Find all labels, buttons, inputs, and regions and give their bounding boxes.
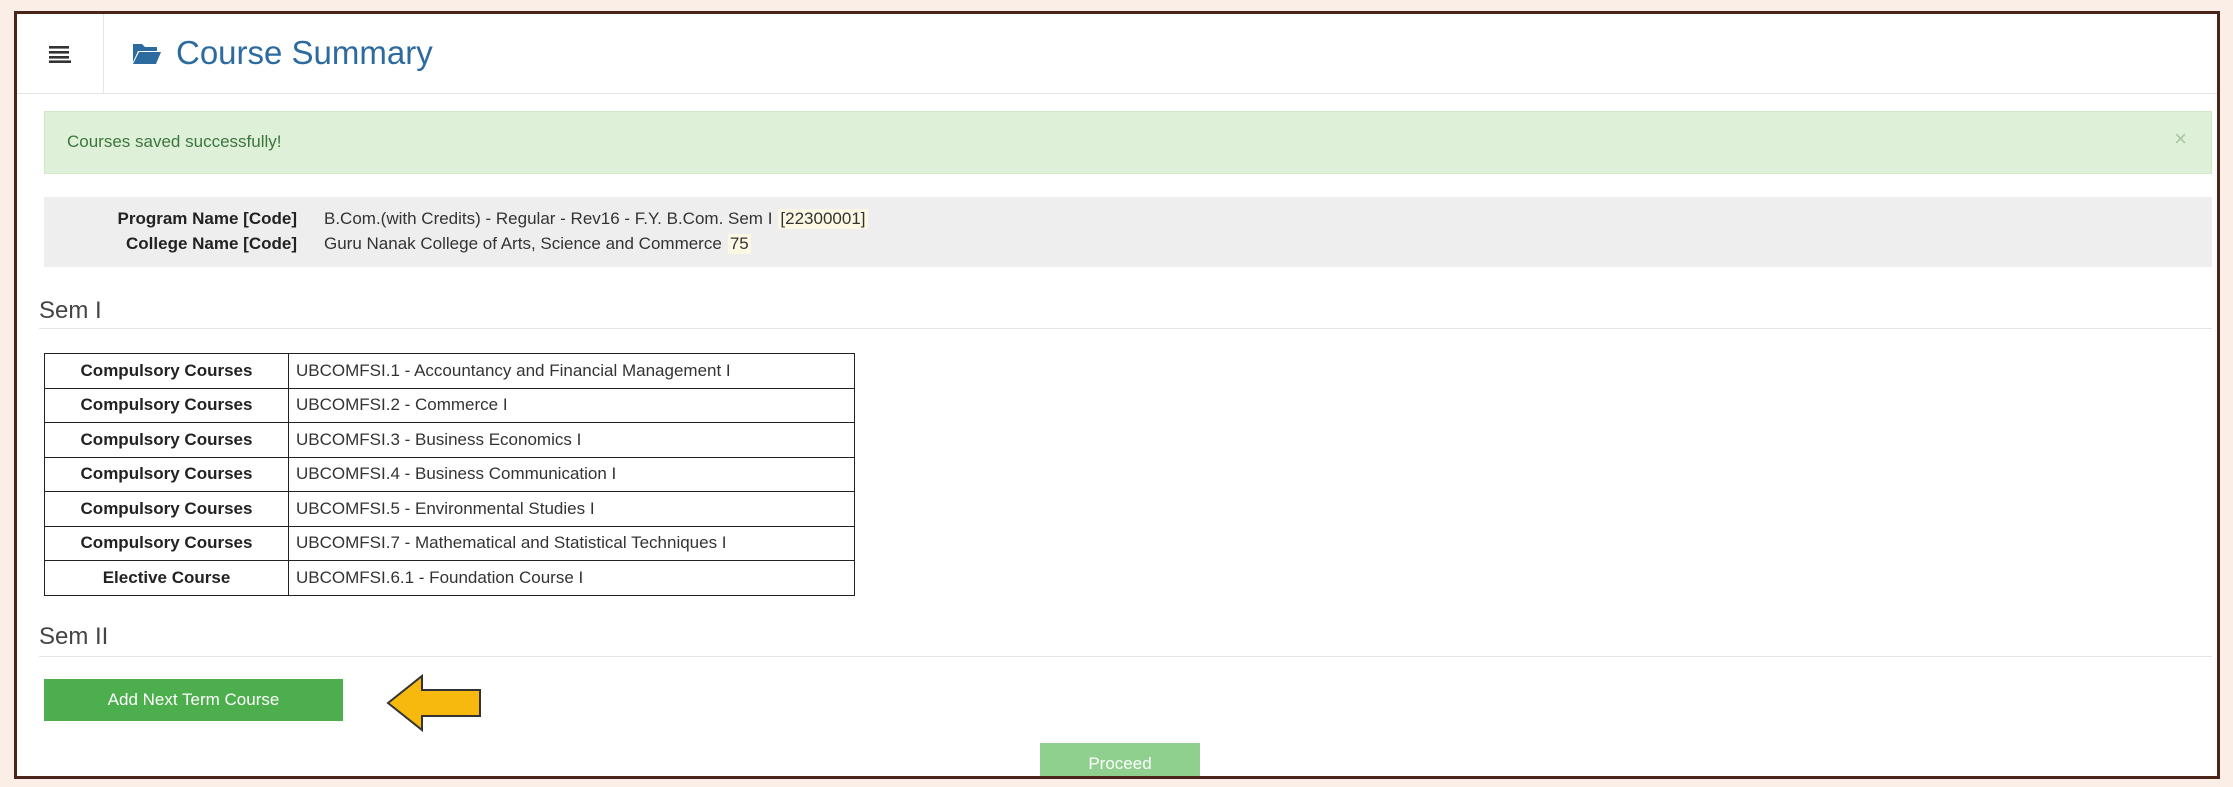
course-type: Compulsory Courses <box>44 422 289 458</box>
table-row: Compulsory Courses UBCOMFSI.7 - Mathemat… <box>44 525 855 561</box>
sem2-divider <box>39 656 2212 657</box>
hamburger-menu-icon <box>49 46 71 63</box>
sem1-heading: Sem I <box>39 297 102 324</box>
program-label: Program Name [Code] <box>117 209 297 228</box>
course-type: Compulsory Courses <box>44 353 289 389</box>
course-name: UBCOMFSI.4 - Business Communication I <box>288 456 855 492</box>
table-row: Compulsory Courses UBCOMFSI.1 - Accounta… <box>44 353 855 389</box>
college-label: College Name [Code] <box>126 234 297 253</box>
course-type: Compulsory Courses <box>44 456 289 492</box>
course-type: Elective Course <box>44 560 289 596</box>
page-title-wrap: Course Summary <box>132 30 433 76</box>
table-row: Compulsory Courses UBCOMFSI.5 - Environm… <box>44 491 855 527</box>
course-type: Compulsory Courses <box>44 525 289 561</box>
folder-open-icon <box>133 44 161 64</box>
table-row: Compulsory Courses UBCOMFSI.3 - Business… <box>44 422 855 458</box>
course-name: UBCOMFSI.3 - Business Economics I <box>288 422 855 458</box>
course-name: UBCOMFSI.1 - Accountancy and Financial M… <box>288 353 855 389</box>
sem1-course-table: Compulsory Courses UBCOMFSI.1 - Accounta… <box>44 353 855 596</box>
proceed-button[interactable]: Proceed <box>1040 743 1200 776</box>
college-value: Guru Nanak College of Arts, Science and … <box>324 234 722 253</box>
left-arrow-icon <box>386 673 481 733</box>
course-name: UBCOMFSI.6.1 - Foundation Course I <box>288 560 855 596</box>
sidebar-toggle-button[interactable] <box>17 14 104 94</box>
alert-message: Courses saved successfully! <box>67 132 282 151</box>
success-alert: Courses saved successfully! × <box>44 111 2212 174</box>
table-row: Elective Course UBCOMFSI.6.1 - Foundatio… <box>44 560 855 596</box>
course-name: UBCOMFSI.5 - Environmental Studies I <box>288 491 855 527</box>
add-next-term-course-button[interactable]: Add Next Term Course <box>44 679 343 721</box>
sem2-heading: Sem II <box>39 623 109 650</box>
college-row: College Name [Code] Guru Nanak College o… <box>44 232 2212 256</box>
table-row: Compulsory Courses UBCOMFSI.4 - Business… <box>44 456 855 492</box>
course-type: Compulsory Courses <box>44 387 289 423</box>
program-code: [22300001] <box>778 209 868 229</box>
page-title: Course Summary <box>176 34 433 71</box>
course-type: Compulsory Courses <box>44 491 289 527</box>
page-frame: Course Summary Courses saved successfull… <box>14 11 2220 779</box>
program-row: Program Name [Code] B.Com.(with Credits)… <box>44 207 2212 231</box>
college-code: 75 <box>727 234 751 254</box>
course-name: UBCOMFSI.7 - Mathematical and Statistica… <box>288 525 855 561</box>
program-value: B.Com.(with Credits) - Regular - Rev16 -… <box>324 209 773 228</box>
course-name: UBCOMFSI.2 - Commerce I <box>288 387 855 423</box>
program-info-panel: Program Name [Code] B.Com.(with Credits)… <box>44 197 2212 267</box>
close-icon[interactable]: × <box>2174 126 2187 152</box>
table-row: Compulsory Courses UBCOMFSI.2 - Commerce… <box>44 387 855 423</box>
page-header: Course Summary <box>17 14 2217 94</box>
sem1-divider <box>39 328 2212 329</box>
